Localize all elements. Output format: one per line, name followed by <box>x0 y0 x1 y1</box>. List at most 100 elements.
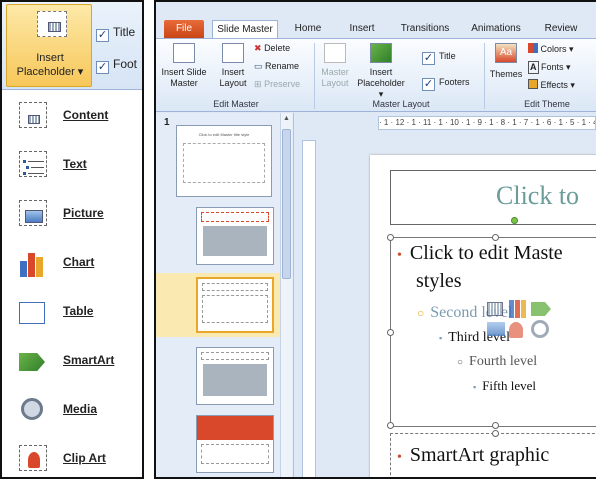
smartart-placeholder-icon <box>16 345 50 375</box>
insert-table-icon[interactable] <box>487 302 503 316</box>
clip-art-placeholder-icon <box>16 443 50 473</box>
preserve-icon: ⊞ <box>254 79 262 89</box>
media-placeholder-icon <box>16 394 50 424</box>
fonts-icon: A <box>528 61 539 74</box>
footers-checkbox[interactable]: ✓ Foot <box>96 56 142 74</box>
scrollbar-thumb[interactable] <box>282 129 291 279</box>
slide-master-icon <box>173 43 195 63</box>
content-placeholder-icon <box>16 100 50 130</box>
effects-dropdown[interactable]: Effects ▾ <box>528 79 575 91</box>
slide-number: 1 <box>164 117 170 128</box>
content-placeholder[interactable]: • Click to edit Maste styles ○ Second leve… <box>387 234 596 429</box>
layout-icon <box>222 43 244 63</box>
layout-thumbnail[interactable] <box>196 207 274 265</box>
menu-item-text[interactable]: Text <box>16 147 141 183</box>
delete-button[interactable]: ✖ Delete <box>254 43 290 54</box>
insert-layout-button[interactable]: Insert Layout <box>214 43 252 89</box>
tab-transitions[interactable]: Transitions <box>394 20 456 38</box>
fonts-dropdown[interactable]: A Fonts ▾ <box>528 61 571 74</box>
menu-item-clip-art[interactable]: Clip Art <box>16 441 141 477</box>
insert-placeholder-label: Insert Placeholder ▾ <box>16 52 84 78</box>
layout-thumbnail-selected[interactable] <box>196 277 274 333</box>
tab-slide-master[interactable]: Slide Master <box>212 20 278 38</box>
vertical-ruler <box>302 140 316 477</box>
master-layout-group-label: Master Layout <box>372 99 430 109</box>
edit-theme-group-label: Edit Theme <box>524 99 570 109</box>
tab-file[interactable]: File <box>164 20 204 38</box>
insert-placeholder-ribbon-button[interactable]: Insert Placeholder ▾ <box>356 43 406 100</box>
resize-handle[interactable] <box>387 422 394 429</box>
insert-chart-icon[interactable] <box>509 300 527 318</box>
tab-review[interactable]: Review <box>538 20 584 38</box>
group-divider <box>314 43 315 109</box>
themes-icon: Aa <box>495 43 517 63</box>
rename-button[interactable]: ▭ Rename <box>254 61 299 72</box>
text-placeholder-icon <box>16 149 50 179</box>
title-checkbox-ribbon[interactable]: ✓ Title <box>422 51 456 65</box>
insert-slide-master-button[interactable]: Insert Slide Master <box>158 43 210 89</box>
resize-handle[interactable] <box>387 329 394 336</box>
group-divider <box>484 43 485 109</box>
effects-icon <box>528 79 538 89</box>
footers-checkbox-ribbon[interactable]: ✓ Footers <box>422 77 470 91</box>
rename-icon: ▭ <box>254 61 263 71</box>
menu-item-table[interactable]: Table <box>16 294 141 330</box>
resize-handle[interactable] <box>492 430 499 437</box>
bullet-icon: • <box>397 248 402 263</box>
circle-bullet-icon: ○ <box>417 306 425 320</box>
dash-bullet-icon: ▪ <box>439 333 443 343</box>
level1-text: • Click to edit Maste <box>397 242 563 264</box>
colors-dropdown[interactable]: Colors ▾ <box>528 43 574 55</box>
master-layout-button[interactable]: Master Layout <box>318 43 352 89</box>
title-checkbox[interactable]: ✓ Title <box>96 24 142 42</box>
chart-placeholder-icon <box>16 247 50 277</box>
insert-placeholder-button[interactable]: Insert Placeholder ▾ <box>6 4 92 87</box>
checkmark-icon: ✓ <box>422 78 435 91</box>
tab-home[interactable]: Home <box>286 20 330 38</box>
master-layout-icon <box>324 43 346 63</box>
thumbnails-scrollbar[interactable]: ▲ <box>280 113 292 477</box>
insert-media-icon[interactable] <box>531 320 549 338</box>
resize-handle[interactable] <box>387 234 394 241</box>
insert-clip-art-icon[interactable] <box>509 322 523 338</box>
tab-animations[interactable]: Animations <box>464 20 528 38</box>
level1-text-continued: styles <box>416 270 462 292</box>
colors-icon <box>528 43 538 53</box>
menu-item-smartart[interactable]: SmartArt <box>16 343 141 379</box>
menu-item-media[interactable]: Media <box>16 392 141 428</box>
resize-handle[interactable] <box>492 422 499 429</box>
menu-item-content[interactable]: Content <box>16 98 141 134</box>
rotation-handle[interactable] <box>511 217 518 224</box>
slide-master-layout: Click to • Click to edit Maste styles ○ Se… <box>370 155 596 477</box>
ribbon-tabs: File Slide Master Home Insert Transition… <box>156 2 596 38</box>
insert-smartart-icon[interactable] <box>531 302 551 316</box>
layout-thumbnail[interactable] <box>196 347 274 405</box>
checkmark-icon: ✓ <box>422 52 435 65</box>
slide-editing-canvas: Click to • Click to edit Maste styles ○ Se… <box>318 130 596 477</box>
checkmark-icon: ✓ <box>96 61 109 74</box>
picture-placeholder-icon <box>16 198 50 228</box>
delete-icon: ✖ <box>254 43 262 53</box>
small-circle-bullet-icon: ○ <box>457 357 464 368</box>
tab-insert[interactable]: Insert <box>340 20 384 38</box>
title-placeholder[interactable]: Click to <box>390 170 596 225</box>
resize-handle[interactable] <box>492 234 499 241</box>
smartart-placeholder[interactable]: • SmartArt graphic <box>390 430 596 477</box>
level4-text: ○ Fourth level <box>457 354 538 369</box>
smartart-text: • SmartArt graphic <box>397 444 550 466</box>
dot-bullet-icon: ▪ <box>473 382 477 392</box>
menu-item-picture[interactable]: Picture <box>16 196 141 232</box>
menu-item-chart[interactable]: Chart <box>16 245 141 281</box>
insert-picture-icon[interactable] <box>487 322 505 336</box>
scroll-up-arrow-icon[interactable]: ▲ <box>282 115 291 124</box>
themes-button[interactable]: Aa Themes <box>488 43 524 80</box>
layout-thumbnail[interactable] <box>196 415 274 473</box>
checkmark-icon: ✓ <box>96 29 109 42</box>
insert-placeholder-dropdown-panel: Insert Placeholder ▾ ✓ Title ✓ Foot Conten… <box>0 0 144 479</box>
ribbon-fragment: Insert Placeholder ▾ ✓ Title ✓ Foot <box>2 2 142 90</box>
preserve-button[interactable]: ⊞ Preserve <box>254 79 300 90</box>
powerpoint-window: File Slide Master Home Insert Transition… <box>154 0 596 479</box>
master-thumbnail[interactable]: Click to edit Master title style <box>176 125 272 197</box>
table-placeholder-icon <box>16 296 50 326</box>
bullet-icon: • <box>397 450 402 465</box>
